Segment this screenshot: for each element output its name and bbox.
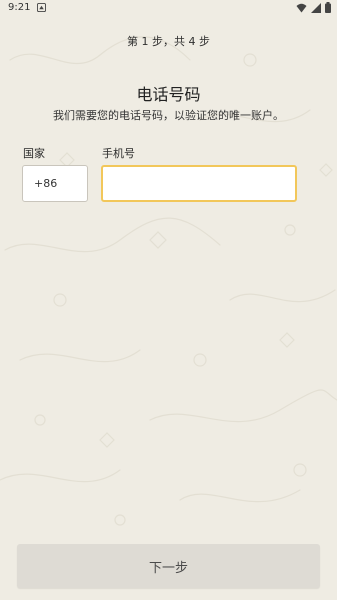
- phone-number-input[interactable]: [101, 165, 297, 202]
- status-time: 9:21: [8, 2, 31, 13]
- status-icons: [296, 2, 331, 13]
- phone-label: 手机号: [102, 147, 135, 160]
- country-code-value: +86: [34, 177, 58, 190]
- step-indicator: 第 1 步，共 4 步: [127, 35, 210, 48]
- signal-icon: [311, 2, 321, 13]
- status-bar: 9:21: [0, 0, 337, 16]
- wifi-icon: [296, 3, 307, 12]
- next-button[interactable]: 下一步: [17, 544, 320, 588]
- battery-icon: [325, 2, 331, 13]
- page-subtitle: 我们需要您的电话号码，以验证您的唯一账户。: [53, 109, 284, 122]
- country-code-selector[interactable]: +86: [22, 165, 88, 202]
- page-title: 电话号码: [136, 85, 201, 104]
- country-label: 国家: [23, 147, 45, 160]
- notification-app-icon: [37, 3, 46, 12]
